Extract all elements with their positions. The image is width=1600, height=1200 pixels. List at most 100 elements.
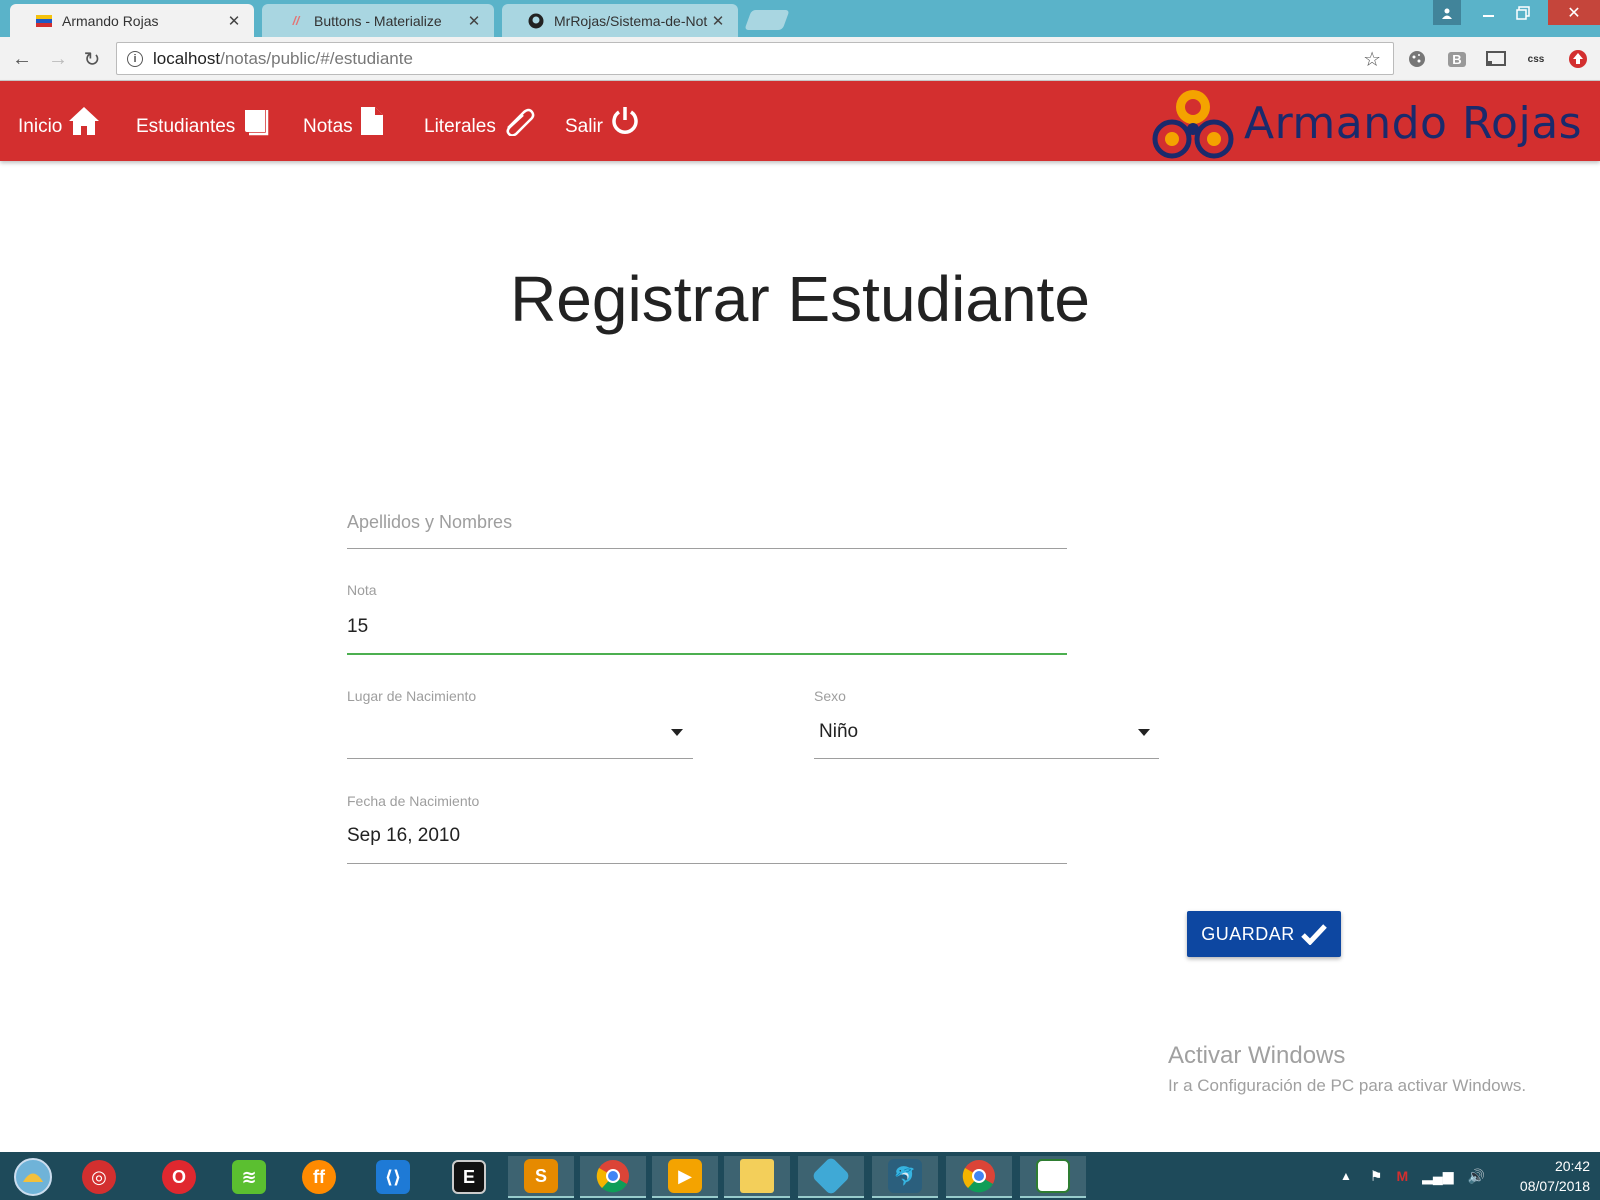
fecha-field[interactable]: Fecha de Nacimiento Sep 16, 2010	[347, 791, 1067, 865]
nav-label: Notas	[303, 116, 353, 137]
signal-icon[interactable]: ▂▄▆	[1422, 1168, 1453, 1185]
clock-time: 20:42	[1554, 1158, 1590, 1174]
sexo-select[interactable]: Sexo Niño	[814, 686, 1159, 760]
firefox-icon[interactable]: ff	[286, 1156, 352, 1198]
nota-input[interactable]: 15	[347, 616, 368, 638]
url-host: localhost	[153, 48, 221, 68]
caret-down-icon[interactable]	[1138, 729, 1150, 736]
reload-icon[interactable]: ↻	[80, 47, 104, 71]
windows-activation-watermark: Activar Windows Ir a Configuración de PC…	[1168, 1042, 1526, 1096]
flag-icon[interactable]: ⚑	[1370, 1168, 1383, 1185]
css-icon[interactable]: css	[1524, 47, 1548, 71]
media-icon[interactable]: ▶	[652, 1156, 718, 1198]
tab-strip: Armando Rojas ✕ // Buttons - Materialize…	[0, 0, 1600, 37]
file-icon	[360, 107, 383, 135]
fecha-underline	[347, 863, 1067, 864]
nav-inicio[interactable]: Inicio	[18, 81, 100, 161]
update-icon[interactable]	[1566, 47, 1590, 71]
start-icon[interactable]	[0, 1156, 66, 1198]
close-tab-icon[interactable]: ✕	[466, 12, 482, 30]
materialize-icon: //	[292, 13, 300, 28]
bootstrap-icon[interactable]: B	[1445, 47, 1469, 71]
book-icon	[245, 110, 269, 136]
chrome-icon[interactable]	[946, 1156, 1012, 1198]
guardar-label: GUARDAR	[1201, 923, 1295, 944]
sexo-underline	[814, 758, 1159, 759]
terminal-icon[interactable]: E	[436, 1156, 502, 1198]
address-bar[interactable]: i localhost/notas/public/#/estudiante ☆	[116, 42, 1394, 75]
brand-spinner-icon	[1152, 90, 1234, 159]
user-profile-icon[interactable]	[1433, 0, 1461, 25]
cookie-icon[interactable]	[1405, 47, 1429, 71]
watermark-subtitle: Ir a Configuración de PC para activar Wi…	[1168, 1076, 1527, 1095]
minimize-icon[interactable]	[1472, 0, 1506, 25]
github-icon	[528, 13, 544, 29]
brand-logo[interactable]: Armando Rojas	[1152, 85, 1582, 161]
maximize-icon[interactable]	[1506, 0, 1540, 25]
mysql-icon[interactable]: 🐬	[872, 1156, 938, 1198]
nombres-input[interactable]: Apellidos y Nombres	[347, 512, 512, 533]
sexo-value: Niño	[819, 721, 859, 742]
back-arrow-icon[interactable]: ←	[10, 47, 34, 71]
wifi-icon[interactable]: ≋	[216, 1156, 282, 1198]
opera-icon[interactable]: O	[146, 1156, 212, 1198]
tab-label: MrRojas/Sistema-de-Not	[554, 12, 708, 29]
tab-label: Armando Rojas	[62, 12, 159, 29]
caret-down-icon[interactable]	[671, 729, 683, 736]
guardar-button[interactable]: GUARDAR	[1187, 911, 1341, 957]
tab-armando-rojas[interactable]: Armando Rojas ✕	[10, 4, 254, 37]
nombres-field[interactable]: Apellidos y Nombres	[347, 508, 1067, 550]
volume-icon[interactable]: 🔊	[1468, 1168, 1485, 1185]
tab-buttons-materialize[interactable]: // Buttons - Materialize ✕	[262, 4, 494, 37]
close-tab-icon[interactable]: ✕	[226, 12, 242, 30]
forward-arrow-icon[interactable]: →	[46, 47, 70, 71]
brand-name: Armando Rojas	[1244, 97, 1583, 149]
close-tab-icon[interactable]: ✕	[710, 12, 726, 30]
url-path: /notas/public/#/estudiante	[220, 48, 413, 68]
vlc-icon[interactable]: ◎	[66, 1156, 132, 1198]
lugar-underline	[347, 758, 693, 759]
new-tab-button[interactable]	[744, 10, 790, 30]
browser-toolbar: ← → ↻ i localhost/notas/public/#/estudia…	[0, 37, 1600, 81]
tab-github[interactable]: MrRojas/Sistema-de-Not ✕	[502, 4, 738, 37]
folder-icon[interactable]	[724, 1156, 790, 1198]
lugar-select[interactable]: Lugar de Nacimiento	[347, 686, 693, 760]
cast-icon[interactable]	[1484, 47, 1508, 71]
page-title: Registrar Estudiante	[510, 263, 1090, 335]
system-tray: ▲ ⚑ M ▂▄▆ 🔊	[1340, 1152, 1485, 1200]
nota-underline	[347, 653, 1067, 655]
sublime-icon[interactable]: S	[508, 1156, 574, 1198]
nav-label: Estudiantes	[136, 116, 236, 137]
chrome-icon[interactable]	[580, 1156, 646, 1198]
watermark-title: Activar Windows	[1168, 1042, 1346, 1069]
nav-salir[interactable]: Salir	[565, 81, 641, 161]
lugar-label: Lugar de Nacimiento	[347, 688, 477, 704]
window-icon[interactable]	[1020, 1156, 1086, 1198]
nav-label: Salir	[565, 116, 604, 137]
tray-expand-icon[interactable]: ▲	[1340, 1169, 1352, 1183]
bookmark-star-icon[interactable]: ☆	[1363, 47, 1381, 72]
paperclip-icon	[506, 108, 535, 136]
nav-literales[interactable]: Literales	[424, 81, 536, 161]
taskbar-clock[interactable]: 20:42 08/07/2018	[1490, 1156, 1590, 1196]
power-icon	[612, 107, 638, 134]
tab-label: Buttons - Materialize	[314, 12, 442, 29]
nav-label: Literales	[424, 116, 496, 137]
nav-label: Inicio	[18, 116, 63, 137]
fecha-input[interactable]: Sep 16, 2010	[347, 825, 460, 847]
vscode-icon[interactable]: ⟨⟩	[360, 1156, 426, 1198]
git-icon[interactable]	[798, 1156, 864, 1198]
home-icon	[69, 107, 100, 135]
close-window-icon[interactable]: ✕	[1548, 0, 1600, 25]
sexo-label: Sexo	[814, 688, 846, 704]
venezuela-flag-icon	[36, 13, 52, 29]
info-icon[interactable]: i	[127, 50, 143, 67]
app-navbar: Inicio Estudiantes Notas Literales Salir…	[0, 81, 1600, 161]
nav-notas[interactable]: Notas	[303, 81, 385, 161]
fecha-label: Fecha de Nacimiento	[347, 793, 480, 809]
antivirus-icon[interactable]: M	[1396, 1168, 1408, 1184]
check-icon	[1300, 924, 1327, 945]
nota-field[interactable]: Nota 15	[347, 580, 1067, 656]
nota-label: Nota	[347, 582, 377, 598]
nav-estudiantes[interactable]: Estudiantes	[136, 81, 271, 161]
